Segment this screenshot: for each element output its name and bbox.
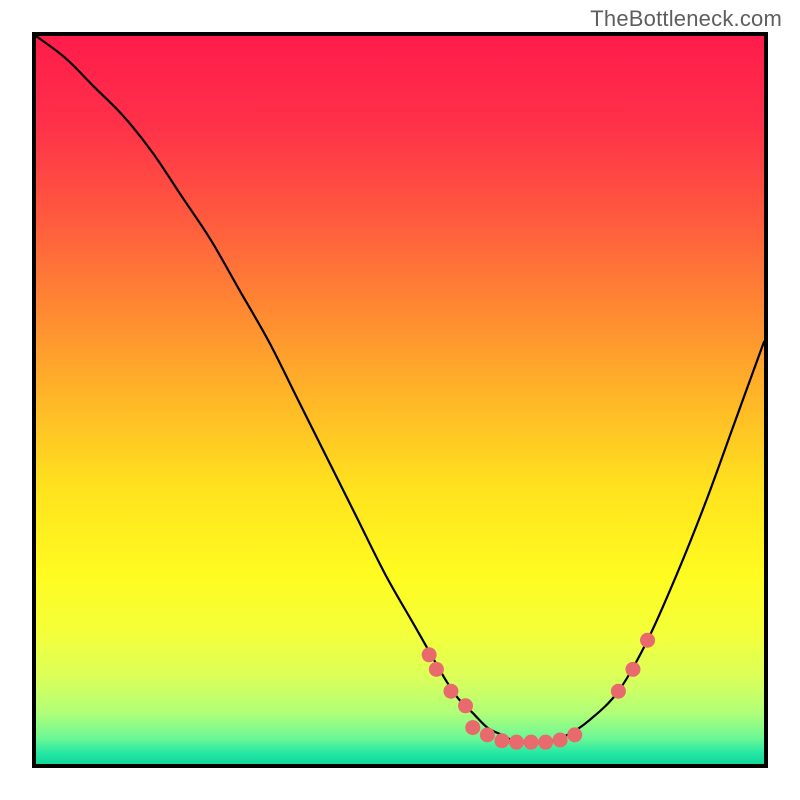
- highlight-dot: [422, 647, 437, 662]
- bottleneck-curve: [36, 36, 764, 743]
- highlight-dot: [567, 727, 582, 742]
- highlight-dot: [524, 735, 539, 750]
- highlight-dot: [458, 698, 473, 713]
- highlight-dots: [422, 633, 655, 750]
- highlight-dot: [509, 735, 524, 750]
- highlight-dot: [625, 662, 640, 677]
- highlight-dot: [429, 662, 444, 677]
- plot-border: [32, 32, 768, 768]
- highlight-dot: [611, 684, 626, 699]
- highlight-dot: [640, 633, 655, 648]
- highlight-dot: [538, 735, 553, 750]
- watermark-text: TheBottleneck.com: [590, 6, 782, 32]
- plot-area: [36, 36, 764, 764]
- highlight-dot: [494, 733, 509, 748]
- highlight-dot: [553, 732, 568, 747]
- highlight-dot: [465, 720, 480, 735]
- chart-frame: TheBottleneck.com: [0, 0, 800, 800]
- highlight-dot: [480, 727, 495, 742]
- curve-layer: [36, 36, 764, 764]
- highlight-dot: [443, 684, 458, 699]
